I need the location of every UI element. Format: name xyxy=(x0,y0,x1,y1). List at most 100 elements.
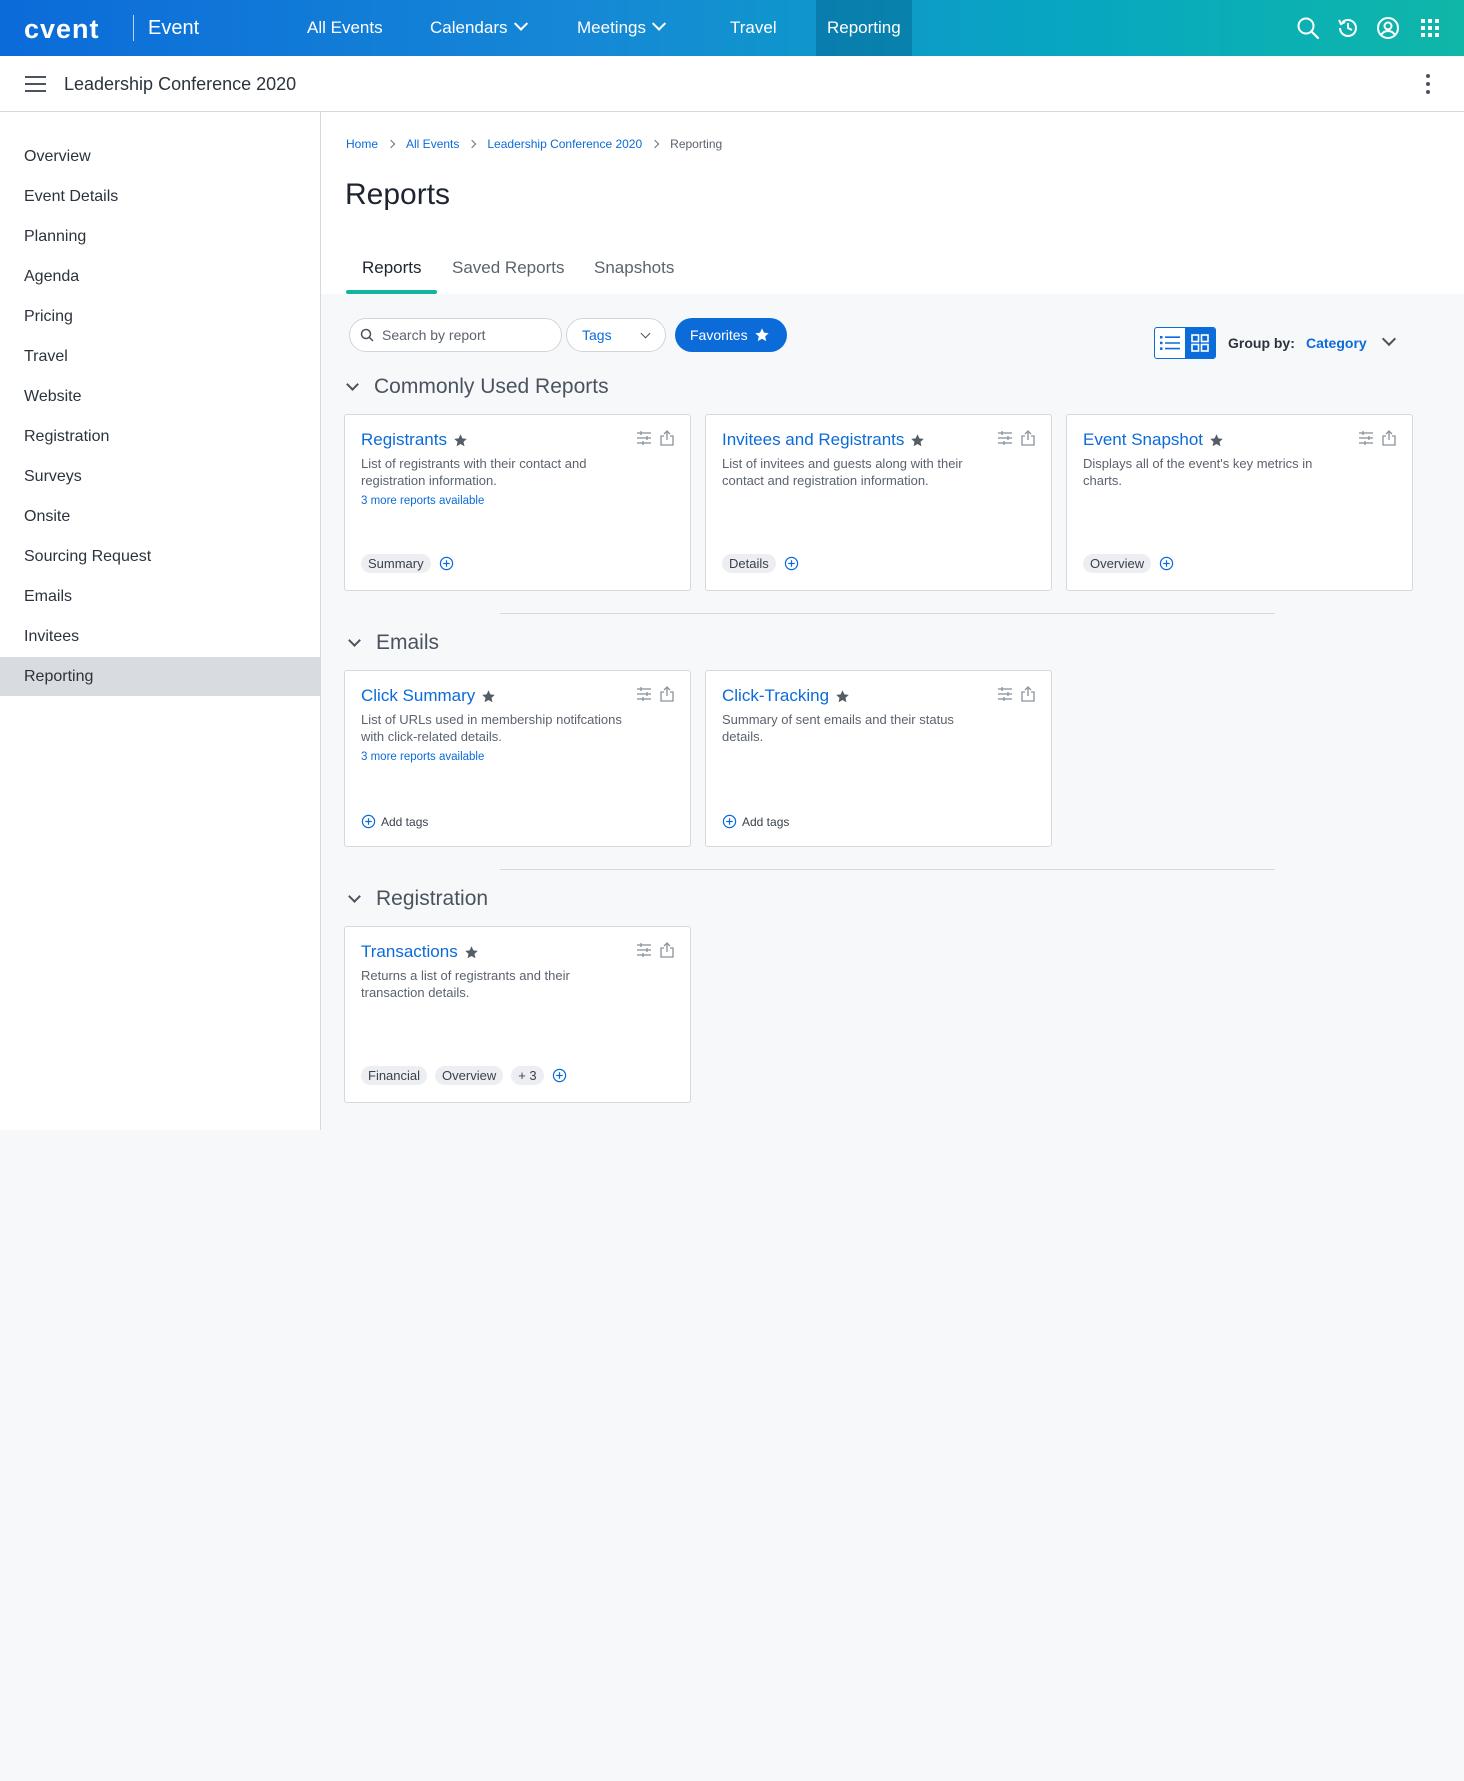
star-icon xyxy=(754,328,769,342)
sidebar-item-agenda[interactable]: Agenda xyxy=(0,257,320,296)
report-description: Displays all of the event's key metrics … xyxy=(1083,456,1313,488)
tab-snapshots[interactable]: Snapshots xyxy=(594,258,674,294)
chevron-down-icon xyxy=(348,889,361,903)
app-grid-icon[interactable] xyxy=(1418,16,1442,40)
chevron-down-icon[interactable] xyxy=(1381,331,1397,347)
favorite-star-icon[interactable] xyxy=(481,689,496,704)
sidebar-item-sourcing-request[interactable]: Sourcing Request xyxy=(0,537,320,576)
search-icon[interactable] xyxy=(1296,16,1320,40)
report-card-invitees-registrants[interactable]: Invitees and Registrants List of invitee… xyxy=(705,414,1052,591)
chevron-down-icon xyxy=(640,328,651,339)
sidebar-item-pricing[interactable]: Pricing xyxy=(0,297,320,336)
section-header-emails[interactable]: Emails xyxy=(348,631,439,655)
customize-icon[interactable] xyxy=(997,430,1013,446)
tag-pill[interactable]: Summary xyxy=(361,554,431,573)
menu-icon[interactable] xyxy=(25,76,46,92)
report-card-registrants[interactable]: Registrants List of registrants with the… xyxy=(344,414,691,591)
report-title[interactable]: Click-Tracking xyxy=(722,686,829,706)
export-icon[interactable] xyxy=(660,942,674,958)
report-title[interactable]: Event Snapshot xyxy=(1083,430,1203,450)
report-card-click-tracking[interactable]: Click-Tracking Summary of sent emails an… xyxy=(705,670,1052,847)
customize-icon[interactable] xyxy=(636,942,652,958)
section-header-registration[interactable]: Registration xyxy=(348,887,488,911)
sidebar-item-travel[interactable]: Travel xyxy=(0,337,320,376)
favorite-star-icon[interactable] xyxy=(453,433,468,448)
more-tags-pill[interactable]: + 3 xyxy=(511,1066,544,1085)
nav-meetings[interactable]: Meetings xyxy=(577,0,667,56)
sidebar-item-event-details[interactable]: Event Details xyxy=(0,177,320,216)
sidebar-item-website[interactable]: Website xyxy=(0,377,320,416)
favorite-star-icon[interactable] xyxy=(1209,433,1224,448)
list-view-icon xyxy=(1160,336,1180,350)
user-account-icon[interactable] xyxy=(1376,16,1400,40)
breadcrumb-home[interactable]: Home xyxy=(346,137,378,151)
nav-all-events[interactable]: All Events xyxy=(307,0,383,56)
tab-reports[interactable]: Reports xyxy=(362,258,422,294)
nav-calendars[interactable]: Calendars xyxy=(430,0,528,56)
list-view-button[interactable] xyxy=(1155,328,1185,358)
section-header-commonly-used[interactable]: Commonly Used Reports xyxy=(346,375,609,399)
sidebar-item-surveys[interactable]: Surveys xyxy=(0,457,320,496)
more-options-icon[interactable] xyxy=(1425,74,1431,96)
report-card-transactions[interactable]: Transactions Returns a list of registran… xyxy=(344,926,691,1103)
product-name[interactable]: Event xyxy=(148,17,199,40)
tab-saved-reports[interactable]: Saved Reports xyxy=(452,258,564,294)
breadcrumb-all-events[interactable]: All Events xyxy=(406,137,459,151)
search-box[interactable] xyxy=(349,318,562,352)
export-icon[interactable] xyxy=(660,686,674,702)
chevron-down-icon xyxy=(346,377,359,391)
report-title[interactable]: Registrants xyxy=(361,430,447,450)
add-tag-icon[interactable] xyxy=(1159,556,1174,571)
report-card-click-summary[interactable]: Click Summary List of URLs used in membe… xyxy=(344,670,691,847)
report-card-event-snapshot[interactable]: Event Snapshot Displays all of the event… xyxy=(1066,414,1413,591)
add-tags-button[interactable]: Add tags xyxy=(722,814,789,829)
grid-view-button[interactable] xyxy=(1185,328,1215,358)
nav-travel[interactable]: Travel xyxy=(730,0,777,56)
add-tag-icon[interactable] xyxy=(552,1068,567,1083)
favorite-star-icon[interactable] xyxy=(464,945,479,960)
logo-divider xyxy=(133,15,134,41)
report-title[interactable]: Click Summary xyxy=(361,686,475,706)
export-icon[interactable] xyxy=(1021,430,1035,446)
more-reports-link[interactable]: 3 more reports available xyxy=(361,493,631,510)
report-title[interactable]: Transactions xyxy=(361,942,458,962)
chevron-down-icon xyxy=(513,16,528,31)
tag-pill[interactable]: Overview xyxy=(1083,554,1152,573)
breadcrumb-event[interactable]: Leadership Conference 2020 xyxy=(487,137,642,151)
sidebar-item-invitees[interactable]: Invitees xyxy=(0,617,320,656)
customize-icon[interactable] xyxy=(636,430,652,446)
report-title[interactable]: Invitees and Registrants xyxy=(722,430,904,450)
active-tab-indicator xyxy=(346,290,437,294)
tag-pill[interactable]: Details xyxy=(722,554,776,573)
cvent-logo[interactable]: cvent xyxy=(24,14,100,45)
sidebar-item-registration[interactable]: Registration xyxy=(0,417,320,456)
group-by-dropdown[interactable]: Category xyxy=(1306,335,1367,351)
sidebar-item-onsite[interactable]: Onsite xyxy=(0,497,320,536)
sidebar-item-overview[interactable]: Overview xyxy=(0,137,320,176)
sidebar-item-emails[interactable]: Emails xyxy=(0,577,320,616)
customize-icon[interactable] xyxy=(1358,430,1374,446)
add-tags-label: Add tags xyxy=(381,814,429,829)
favorites-label: Favorites xyxy=(690,327,748,343)
tag-pill[interactable]: Financial xyxy=(361,1066,428,1085)
tag-pill[interactable]: Overview xyxy=(435,1066,504,1085)
favorite-star-icon[interactable] xyxy=(910,433,925,448)
favorites-button[interactable]: Favorites xyxy=(675,318,787,352)
sidebar-item-planning[interactable]: Planning xyxy=(0,217,320,256)
add-tag-icon[interactable] xyxy=(439,556,454,571)
nav-reporting[interactable]: Reporting xyxy=(816,0,912,56)
favorite-star-icon[interactable] xyxy=(835,689,850,704)
export-icon[interactable] xyxy=(660,430,674,446)
export-icon[interactable] xyxy=(1021,686,1035,702)
export-icon[interactable] xyxy=(1382,430,1396,446)
add-tag-icon[interactable] xyxy=(784,556,799,571)
add-tags-button[interactable]: Add tags xyxy=(361,814,428,829)
section-divider xyxy=(500,613,1275,614)
customize-icon[interactable] xyxy=(997,686,1013,702)
customize-icon[interactable] xyxy=(636,686,652,702)
more-reports-link[interactable]: 3 more reports available xyxy=(361,749,631,766)
history-icon[interactable] xyxy=(1336,16,1360,40)
search-input[interactable] xyxy=(382,327,552,343)
sidebar-item-reporting[interactable]: Reporting xyxy=(0,657,320,696)
tags-dropdown[interactable]: Tags xyxy=(566,318,666,352)
